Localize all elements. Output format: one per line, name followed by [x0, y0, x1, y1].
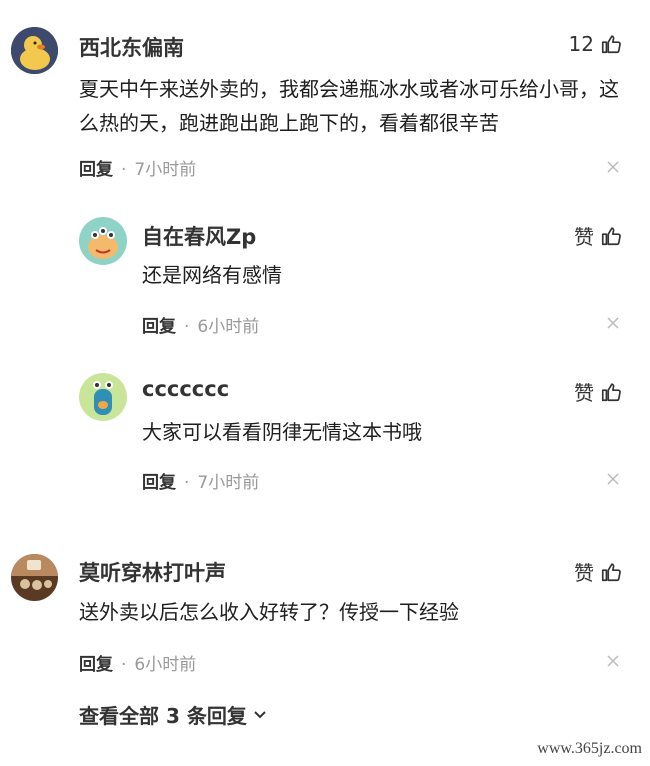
thumbs-up-icon — [601, 382, 621, 401]
thumbs-up-icon — [601, 35, 621, 54]
avatar[interactable] — [11, 27, 58, 74]
comment-text: 还是网络有感情 — [142, 263, 282, 287]
reply-button[interactable]: 回复 — [142, 317, 176, 337]
like-count: 12 — [568, 32, 594, 56]
duck-avatar-icon — [11, 27, 58, 74]
comment-meta: 回复 · 6小时前 — [79, 655, 197, 675]
username[interactable]: 莫听穿林打叶声 — [79, 557, 226, 587]
comment-text: 夏天中午来送外卖的，我都会递瓶冰水或者冰可乐给小哥，这么热的天，跑进跑出跑上跑下… — [79, 77, 619, 135]
avatar[interactable] — [79, 373, 127, 421]
like-label: 赞 — [574, 561, 594, 585]
reply-button[interactable]: 回复 — [79, 655, 113, 675]
like-button[interactable]: 赞 — [574, 557, 622, 586]
like-button[interactable]: 赞 — [574, 221, 622, 250]
like-label: 赞 — [574, 381, 594, 405]
reply-button[interactable]: 回复 — [142, 473, 176, 493]
chevron-down-icon — [254, 710, 266, 718]
username[interactable]: 自在春风Zp — [142, 221, 256, 251]
comment-meta: 回复 · 6小时前 — [142, 317, 260, 337]
username[interactable]: ccccccc — [142, 377, 229, 401]
tea-set-avatar-icon — [11, 554, 58, 601]
avatar[interactable] — [79, 217, 127, 265]
like-button[interactable]: 12 — [569, 32, 622, 56]
thumbs-up-icon — [601, 226, 621, 245]
alien-avatar-icon — [79, 373, 127, 421]
timestamp: 7小时前 — [134, 160, 197, 180]
close-icon[interactable] — [606, 160, 620, 174]
avatar[interactable] — [11, 554, 58, 601]
like-label: 赞 — [574, 225, 594, 249]
monster-avatar-icon — [79, 217, 127, 265]
comment-text: 送外卖以后怎么收入好转了？传授一下经验 — [79, 600, 459, 624]
comment-meta: 回复 · 7小时前 — [79, 160, 197, 180]
comment-meta: 回复 · 7小时前 — [142, 473, 260, 493]
reply-button[interactable]: 回复 — [79, 160, 113, 180]
close-icon[interactable] — [606, 472, 620, 486]
close-icon[interactable] — [606, 316, 620, 330]
close-icon[interactable] — [606, 654, 620, 668]
timestamp: 7小时前 — [197, 473, 260, 493]
timestamp: 6小时前 — [197, 317, 260, 337]
thumbs-up-icon — [601, 562, 621, 581]
watermark: www.365jz.com — [537, 740, 642, 757]
username[interactable]: 西北东偏南 — [79, 32, 184, 62]
like-button[interactable]: 赞 — [574, 377, 622, 406]
view-all-replies-button[interactable]: 查看全部 3 条回复 — [79, 700, 269, 729]
view-all-replies-label: 查看全部 3 条回复 — [79, 704, 247, 728]
comment-text: 大家可以看看阴律无情这本书哦 — [142, 420, 422, 444]
timestamp: 6小时前 — [134, 655, 197, 675]
